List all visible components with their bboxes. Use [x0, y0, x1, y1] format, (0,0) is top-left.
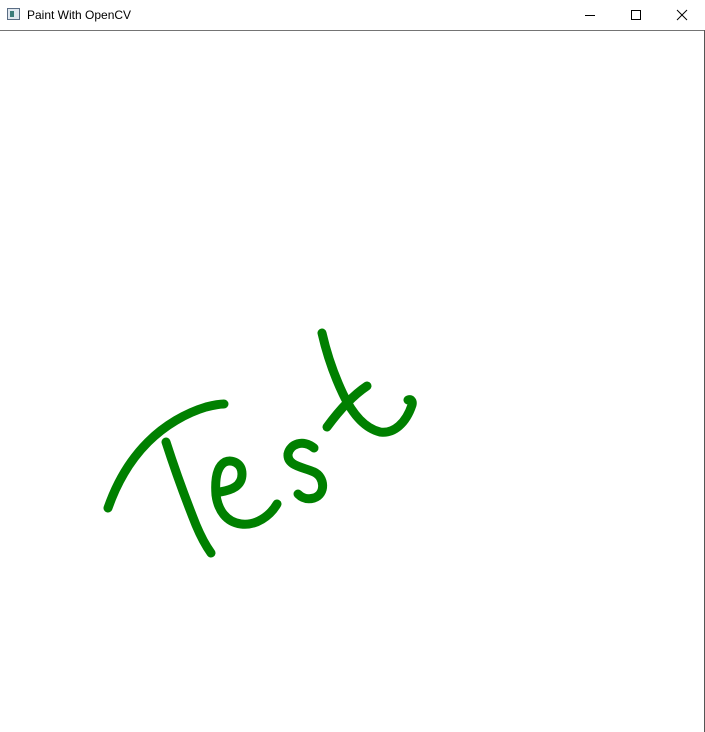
maximize-button[interactable] — [613, 0, 659, 30]
close-button[interactable] — [659, 0, 705, 30]
close-icon — [676, 9, 688, 21]
minimize-icon — [585, 15, 595, 16]
title-bar[interactable]: Paint With OpenCV — [0, 0, 705, 30]
stroke-s — [283, 438, 328, 504]
stroke-e — [211, 456, 282, 529]
maximize-icon — [631, 10, 641, 20]
app-window: Paint With OpenCV — [0, 0, 705, 732]
minimize-button[interactable] — [567, 0, 613, 30]
drawing-canvas[interactable] — [0, 30, 704, 732]
opencv-window-icon[interactable] — [7, 8, 20, 20]
stroke-t-stem — [161, 437, 216, 558]
paint-strokes — [103, 328, 417, 558]
window-title: Paint With OpenCV — [27, 8, 132, 22]
